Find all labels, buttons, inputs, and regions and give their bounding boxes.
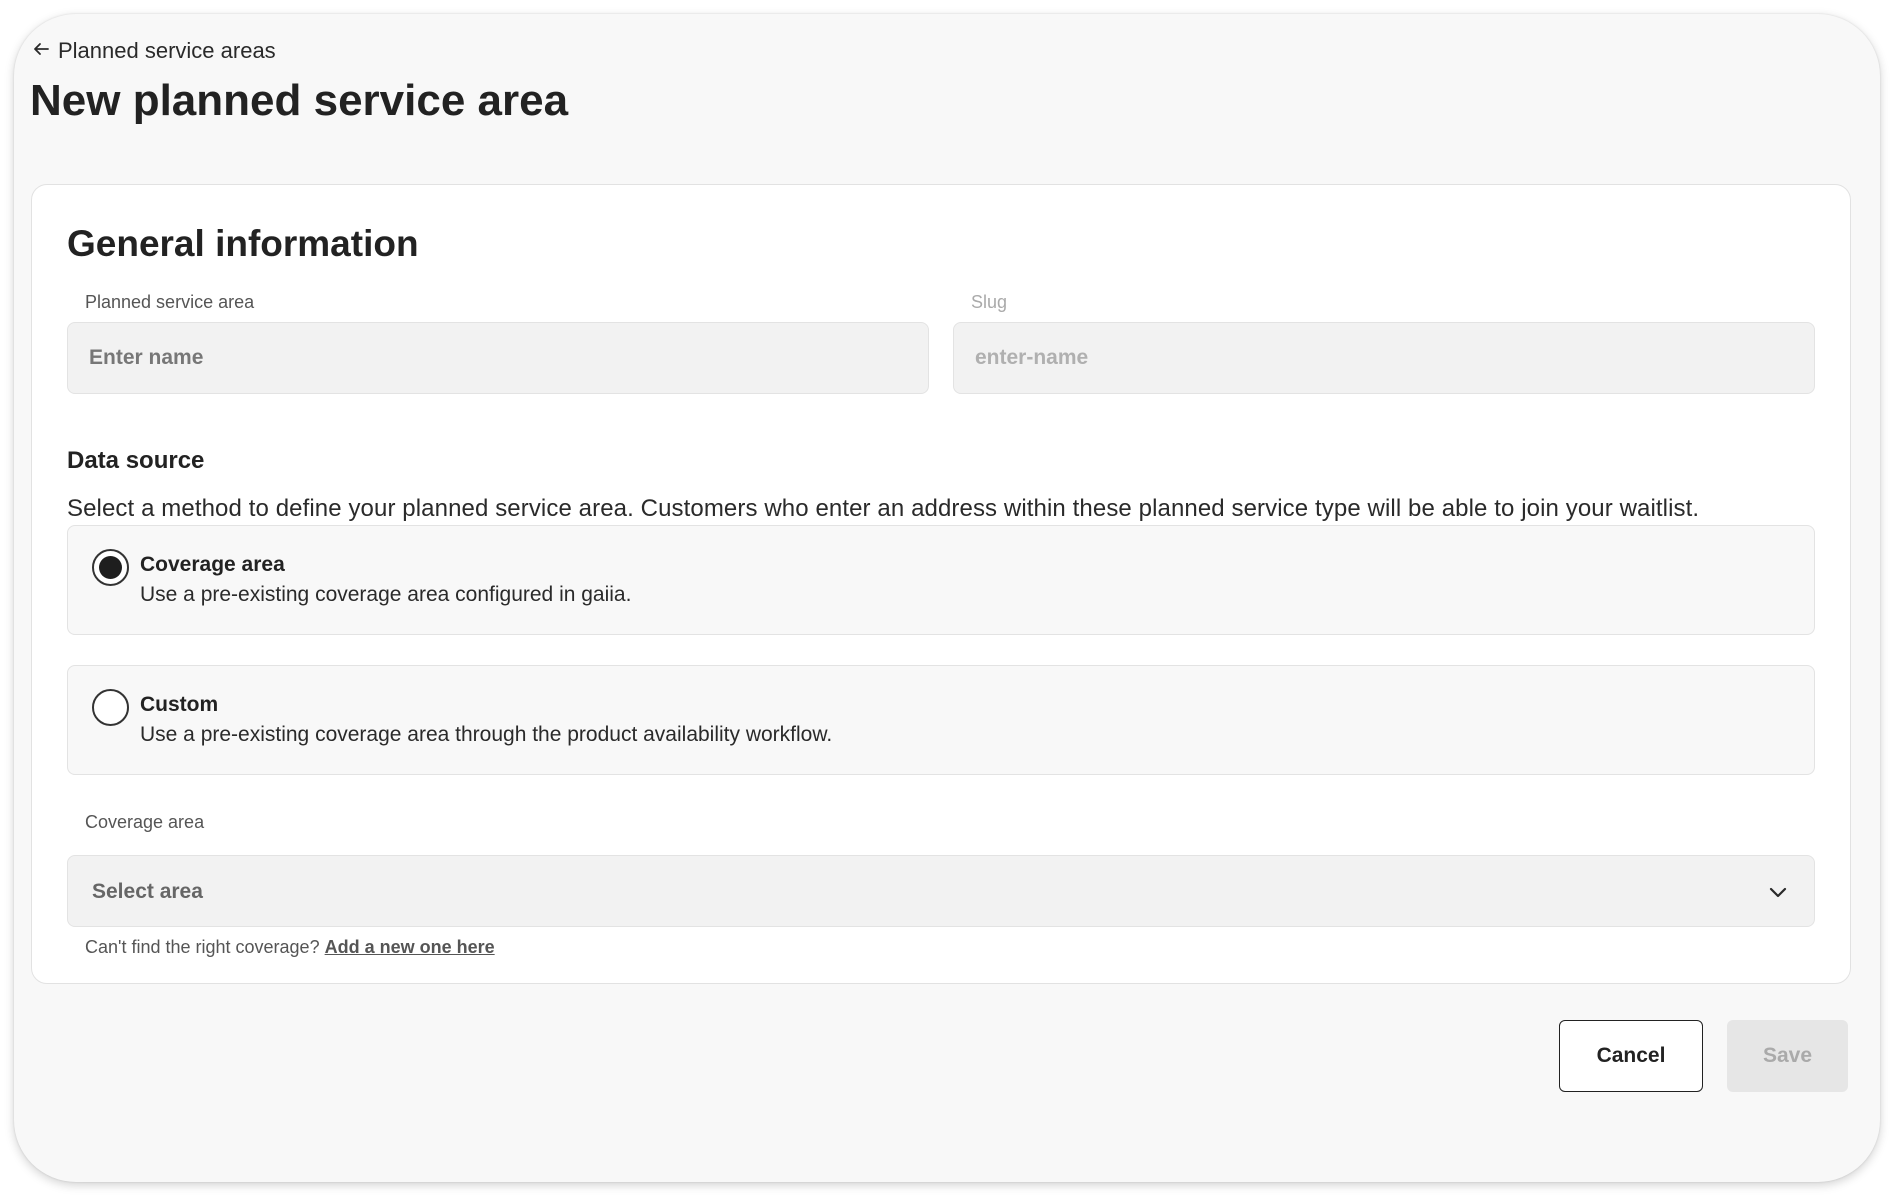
name-field-label: Planned service area <box>85 292 255 312</box>
coverage-area-label: Coverage area <box>85 812 205 832</box>
data-source-heading: Data source <box>67 447 205 474</box>
select-placeholder: Select area <box>92 880 203 903</box>
page-title: New planned service area <box>30 76 569 125</box>
planned-service-area-name-input[interactable] <box>67 322 929 394</box>
breadcrumb-back-link[interactable]: Planned service areas <box>32 38 276 64</box>
coverage-area-select[interactable]: Select area <box>67 855 1815 927</box>
data-source-description: Select a method to define your planned s… <box>67 495 1700 522</box>
general-information-card: General information Planned service area… <box>31 184 1851 984</box>
chevron-down-icon <box>1766 880 1790 904</box>
radio-button-unselected[interactable] <box>92 689 129 726</box>
slug-input <box>953 322 1815 394</box>
slug-field-label: Slug <box>971 292 1008 312</box>
radio-option-custom[interactable]: Custom Use a pre-existing coverage area … <box>67 665 1815 775</box>
radio-option-coverage-area[interactable]: Coverage area Use a pre-existing coverag… <box>67 525 1815 635</box>
radio-option-title: Custom <box>140 693 219 716</box>
app-window: Planned service areas New planned servic… <box>14 14 1880 1182</box>
radio-option-title: Coverage area <box>140 553 285 576</box>
arrow-left-icon <box>32 38 50 64</box>
radio-selected-dot <box>99 556 122 579</box>
breadcrumb-label: Planned service areas <box>58 38 276 63</box>
helper-text: Can't find the right coverage? <box>85 937 320 957</box>
radio-option-description: Use a pre-existing coverage area configu… <box>140 583 632 606</box>
add-coverage-link[interactable]: Add a new one here <box>325 937 495 957</box>
radio-button-selected[interactable] <box>92 549 129 586</box>
coverage-helper-text: Can't find the right coverage? Add a new… <box>85 937 495 958</box>
radio-option-description: Use a pre-existing coverage area through… <box>140 723 833 746</box>
cancel-button[interactable]: Cancel <box>1559 1020 1703 1092</box>
save-button[interactable]: Save <box>1727 1020 1848 1092</box>
card-title: General information <box>67 223 419 264</box>
